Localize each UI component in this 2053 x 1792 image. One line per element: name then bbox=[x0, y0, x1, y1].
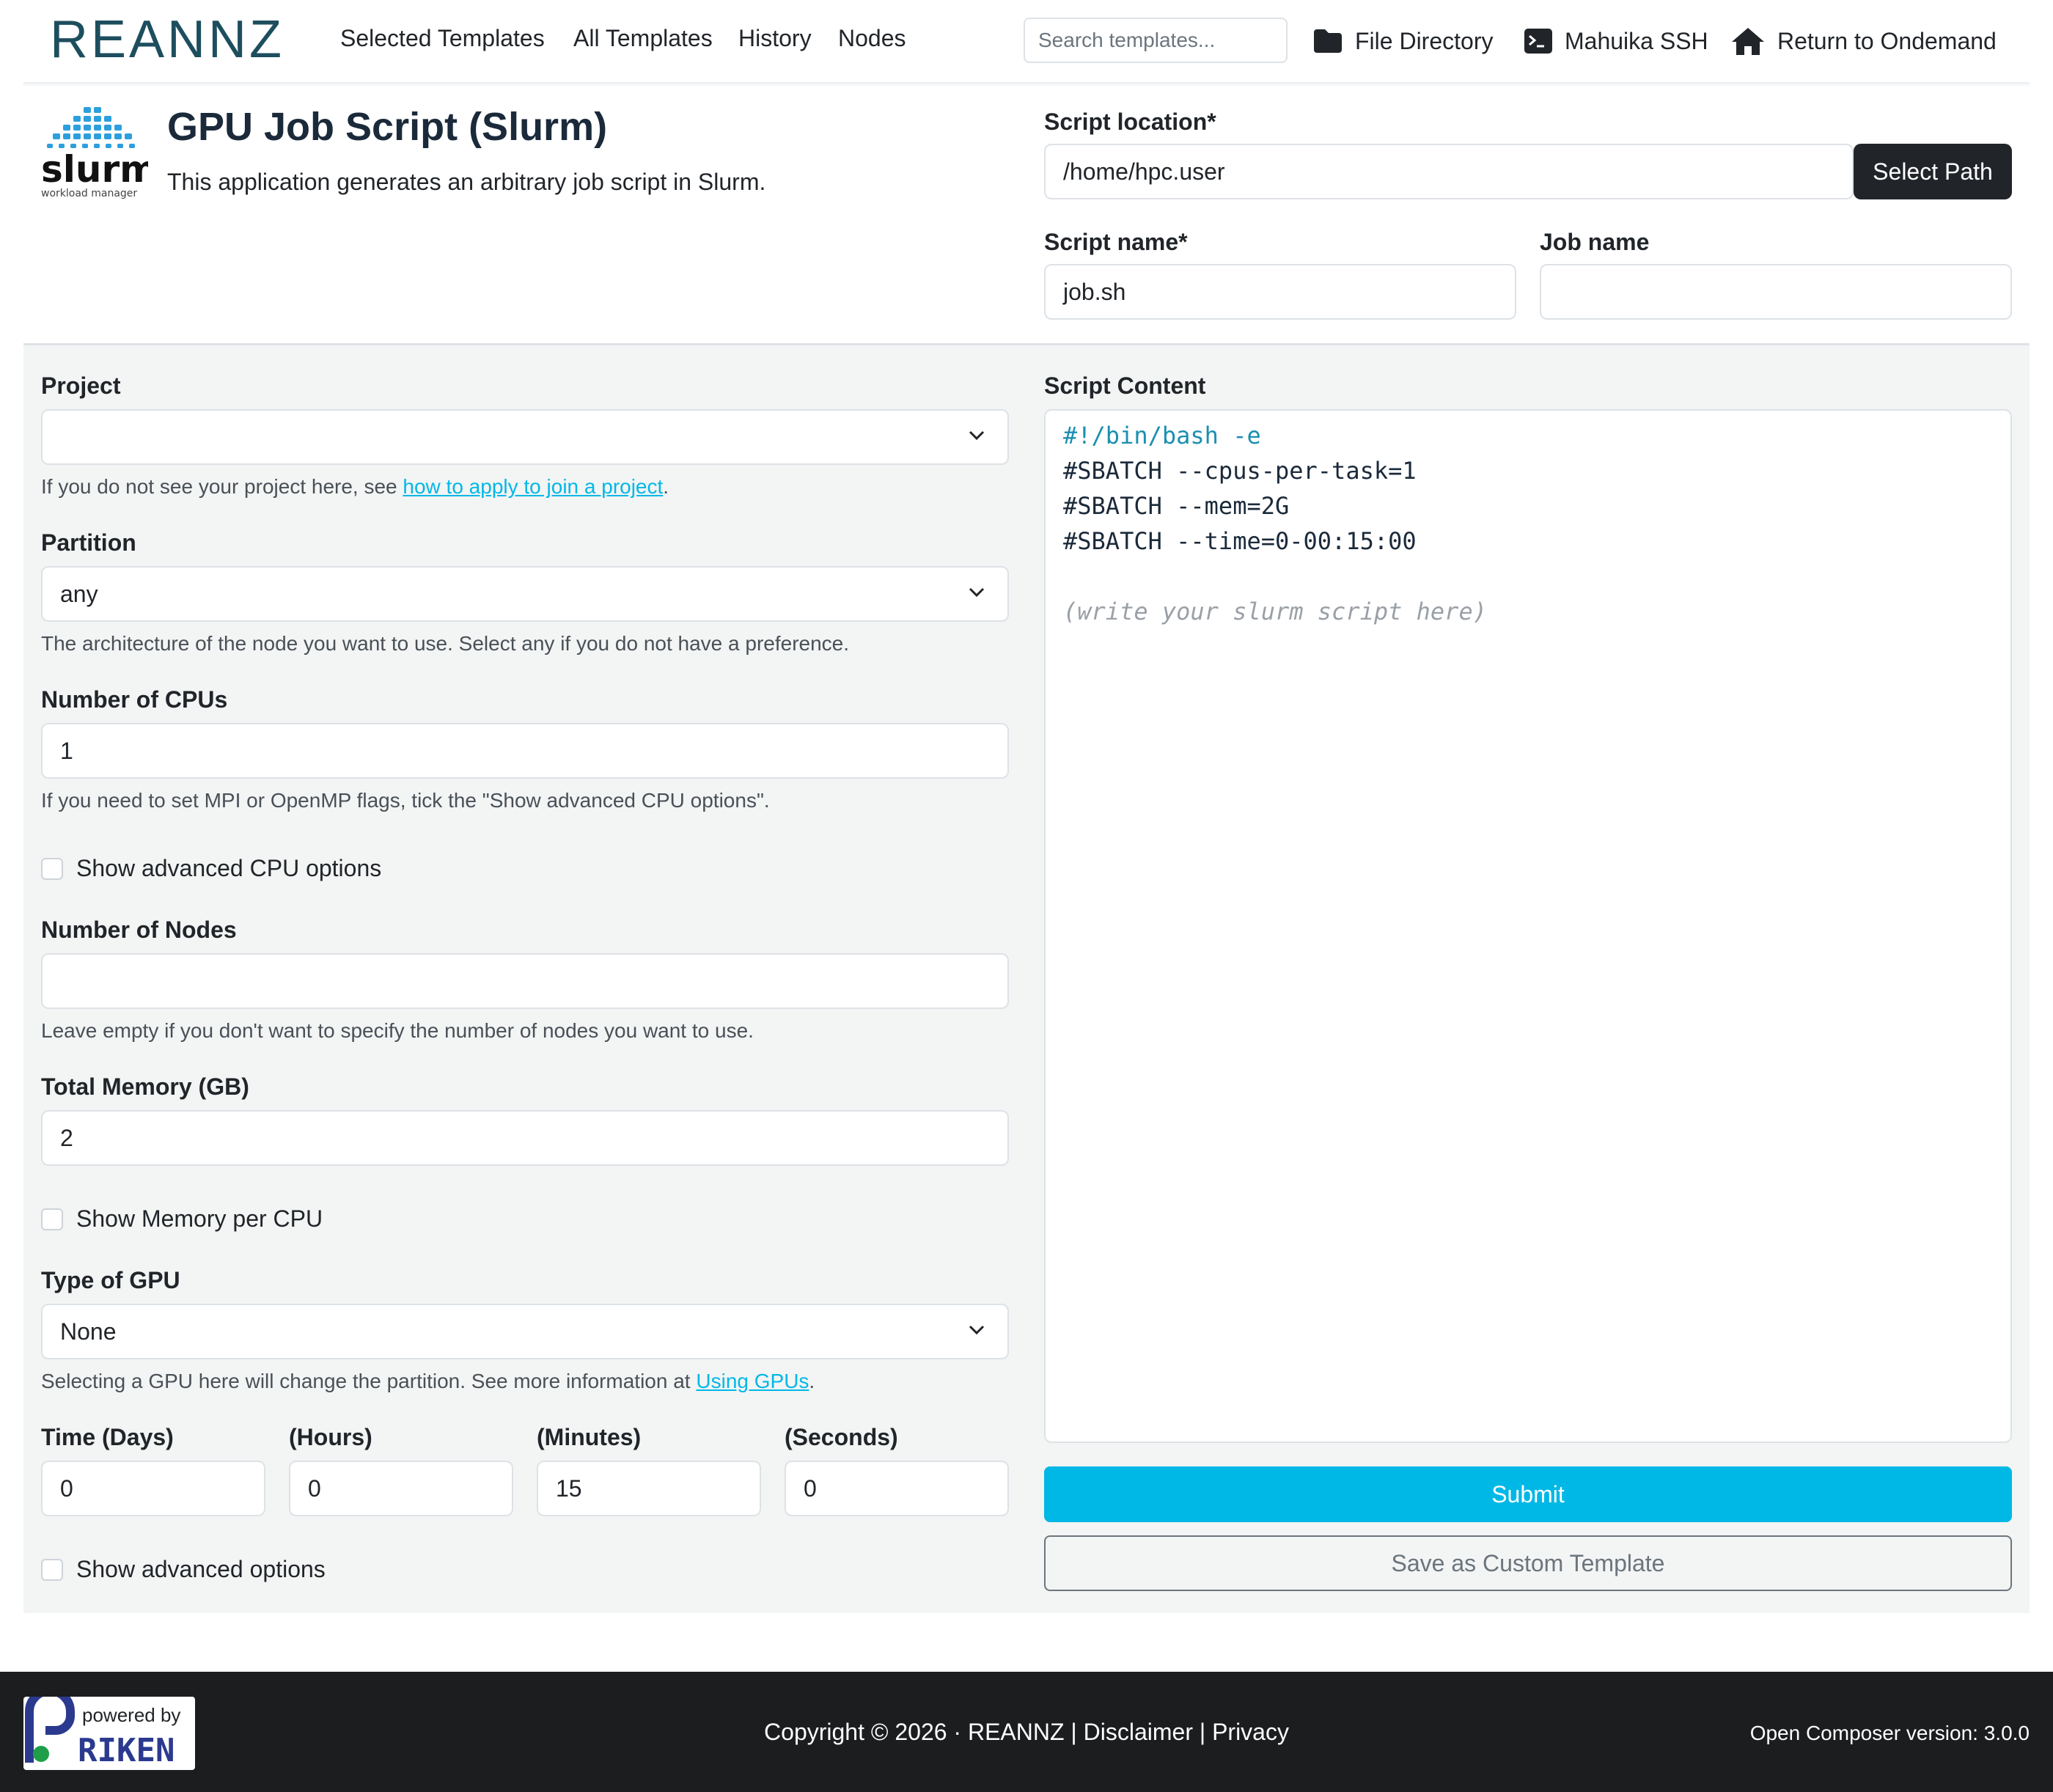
partition-label: Partition bbox=[41, 529, 136, 556]
memory-per-cpu-toggle[interactable]: Show Memory per CPU bbox=[41, 1205, 323, 1233]
time-minutes-input[interactable]: 15 bbox=[537, 1461, 761, 1516]
gpu-label: Type of GPU bbox=[41, 1267, 180, 1293]
project-label: Project bbox=[41, 372, 121, 399]
select-path-button[interactable]: Select Path bbox=[1854, 144, 2012, 199]
disclaimer-link[interactable]: Disclaimer bbox=[1084, 1719, 1193, 1745]
job-name-label: Job name bbox=[1540, 229, 1650, 255]
script-location-input[interactable]: /home/hpc.user bbox=[1044, 144, 1854, 199]
terminal-icon bbox=[1524, 29, 1552, 54]
script-line: #SBATCH --cpus-per-task=1 bbox=[1063, 457, 1417, 485]
join-project-link[interactable]: how to apply to join a project bbox=[403, 475, 663, 498]
time-minutes-label: (Minutes) bbox=[537, 1424, 642, 1450]
script-editor[interactable]: #!/bin/bash -e #SBATCH --cpus-per-task=1… bbox=[1044, 409, 2012, 1443]
memory-input[interactable]: 2 bbox=[41, 1110, 1009, 1166]
partition-help: The architecture of the node you want to… bbox=[41, 632, 850, 655]
time-seconds-label: (Seconds) bbox=[785, 1424, 898, 1450]
using-gpus-link[interactable]: Using GPUs bbox=[696, 1370, 809, 1392]
partition-select[interactable]: any bbox=[41, 566, 1009, 622]
ssh-label: Mahuika SSH bbox=[1565, 27, 1708, 54]
footer-links: Copyright © 2026 · REANNZ | Disclaimer |… bbox=[0, 1719, 2053, 1746]
slurm-logo-mark: slurm workload manager bbox=[41, 107, 158, 199]
project-help-text: If you do not see your project here, see bbox=[41, 475, 403, 498]
time-days-label: Time (Days) bbox=[41, 1424, 174, 1450]
script-line: #SBATCH --time=0-00:15:00 bbox=[1063, 527, 1417, 555]
file-directory-link[interactable]: File Directory bbox=[1312, 19, 1493, 63]
slurm-logo-text: slurm bbox=[41, 148, 148, 191]
nav-history[interactable]: History bbox=[738, 25, 812, 52]
nodes-help: Leave empty if you don't want to specify… bbox=[41, 1019, 754, 1042]
nav-all-templates[interactable]: All Templates bbox=[573, 25, 713, 52]
footer-separator: | bbox=[1064, 1719, 1084, 1745]
navbar: REANNZ Selected Templates All Templates … bbox=[0, 0, 2053, 82]
search-input[interactable] bbox=[1024, 18, 1288, 63]
file-directory-label: File Directory bbox=[1355, 27, 1494, 54]
gpu-select[interactable]: None bbox=[41, 1304, 1009, 1359]
script-line: #SBATCH --mem=2G bbox=[1063, 492, 1290, 520]
footer: RIKEN powered by Copyright © 2026 · REAN… bbox=[0, 1672, 2053, 1792]
page-description: This application generates an arbitrary … bbox=[167, 169, 766, 195]
advanced-cpu-checkbox[interactable] bbox=[41, 857, 63, 880]
script-placeholder: (write your slurm script here) bbox=[1063, 598, 1487, 625]
gpu-select-value: None bbox=[60, 1318, 117, 1345]
nav-selected-templates[interactable]: Selected Templates bbox=[340, 25, 545, 52]
version-text: Open Composer version: 3.0.0 bbox=[1749, 1722, 2030, 1744]
memory-per-cpu-label: Show Memory per CPU bbox=[76, 1205, 323, 1232]
slurm-logo-subtext: workload manager bbox=[41, 188, 137, 199]
gpu-help-suffix: . bbox=[809, 1370, 815, 1392]
cpus-input[interactable]: 1 bbox=[41, 723, 1009, 779]
job-name-input[interactable] bbox=[1540, 264, 2012, 320]
return-ondemand-link[interactable]: Return to Ondemand bbox=[1730, 19, 1997, 63]
chevron-down-icon bbox=[969, 1325, 985, 1335]
reannz-logo-text: REANNZ bbox=[50, 16, 284, 63]
script-line bbox=[1063, 559, 1993, 594]
gpu-help-text: Selecting a GPU here will change the par… bbox=[41, 1370, 697, 1392]
script-line: #!/bin/bash -e bbox=[1063, 422, 1261, 449]
project-help-suffix: . bbox=[663, 475, 669, 498]
folder-icon bbox=[1314, 29, 1342, 53]
script-name-label: Script name* bbox=[1044, 229, 1188, 255]
script-location-label: Script location* bbox=[1044, 109, 1216, 135]
home-icon bbox=[1732, 28, 1764, 55]
nodes-label: Number of Nodes bbox=[41, 917, 237, 943]
footer-separator: | bbox=[1192, 1719, 1213, 1745]
memory-per-cpu-checkbox[interactable] bbox=[41, 1208, 63, 1230]
advanced-options-label: Show advanced options bbox=[76, 1556, 326, 1582]
time-seconds-input[interactable]: 0 bbox=[785, 1461, 1009, 1516]
submit-button[interactable]: Submit bbox=[1044, 1466, 2012, 1522]
ssh-link[interactable]: Mahuika SSH bbox=[1524, 19, 1708, 63]
time-hours-label: (Hours) bbox=[289, 1424, 372, 1450]
advanced-cpu-label: Show advanced CPU options bbox=[76, 855, 382, 881]
script-name-input[interactable]: job.sh bbox=[1044, 264, 1516, 320]
save-template-button[interactable]: Save as Custom Template bbox=[1044, 1535, 2012, 1591]
navbar-divider bbox=[23, 82, 2030, 87]
reannz-logo[interactable]: REANNZ bbox=[50, 16, 314, 63]
reannz-logo-mark: REANNZ bbox=[50, 16, 284, 63]
time-hours-input[interactable]: 0 bbox=[289, 1461, 513, 1516]
nodes-input[interactable] bbox=[41, 953, 1009, 1009]
slurm-logo: slurm workload manager bbox=[38, 106, 158, 202]
cpus-help: If you need to set MPI or OpenMP flags, … bbox=[41, 789, 770, 812]
page-title: GPU Job Script (Slurm) bbox=[167, 105, 608, 149]
gpu-help: Selecting a GPU here will change the par… bbox=[41, 1370, 815, 1393]
copyright-text: Copyright © 2026 · REANNZ bbox=[764, 1719, 1065, 1745]
memory-label: Total Memory (GB) bbox=[41, 1073, 249, 1100]
privacy-link[interactable]: Privacy bbox=[1212, 1719, 1289, 1745]
cpus-label: Number of CPUs bbox=[41, 686, 228, 713]
script-content-label: Script Content bbox=[1044, 372, 1206, 399]
return-ondemand-label: Return to Ondemand bbox=[1777, 27, 1997, 54]
nav-nodes[interactable]: Nodes bbox=[838, 25, 906, 52]
time-days-input[interactable]: 0 bbox=[41, 1461, 265, 1516]
advanced-options-checkbox[interactable] bbox=[41, 1558, 63, 1581]
advanced-options-toggle[interactable]: Show advanced options bbox=[41, 1556, 326, 1583]
chevron-down-icon bbox=[969, 587, 985, 598]
chevron-down-icon bbox=[969, 430, 985, 441]
project-select[interactable] bbox=[41, 409, 1009, 465]
partition-select-value: any bbox=[60, 580, 98, 607]
advanced-cpu-toggle[interactable]: Show advanced CPU options bbox=[41, 855, 381, 882]
project-help: If you do not see your project here, see… bbox=[41, 475, 669, 499]
